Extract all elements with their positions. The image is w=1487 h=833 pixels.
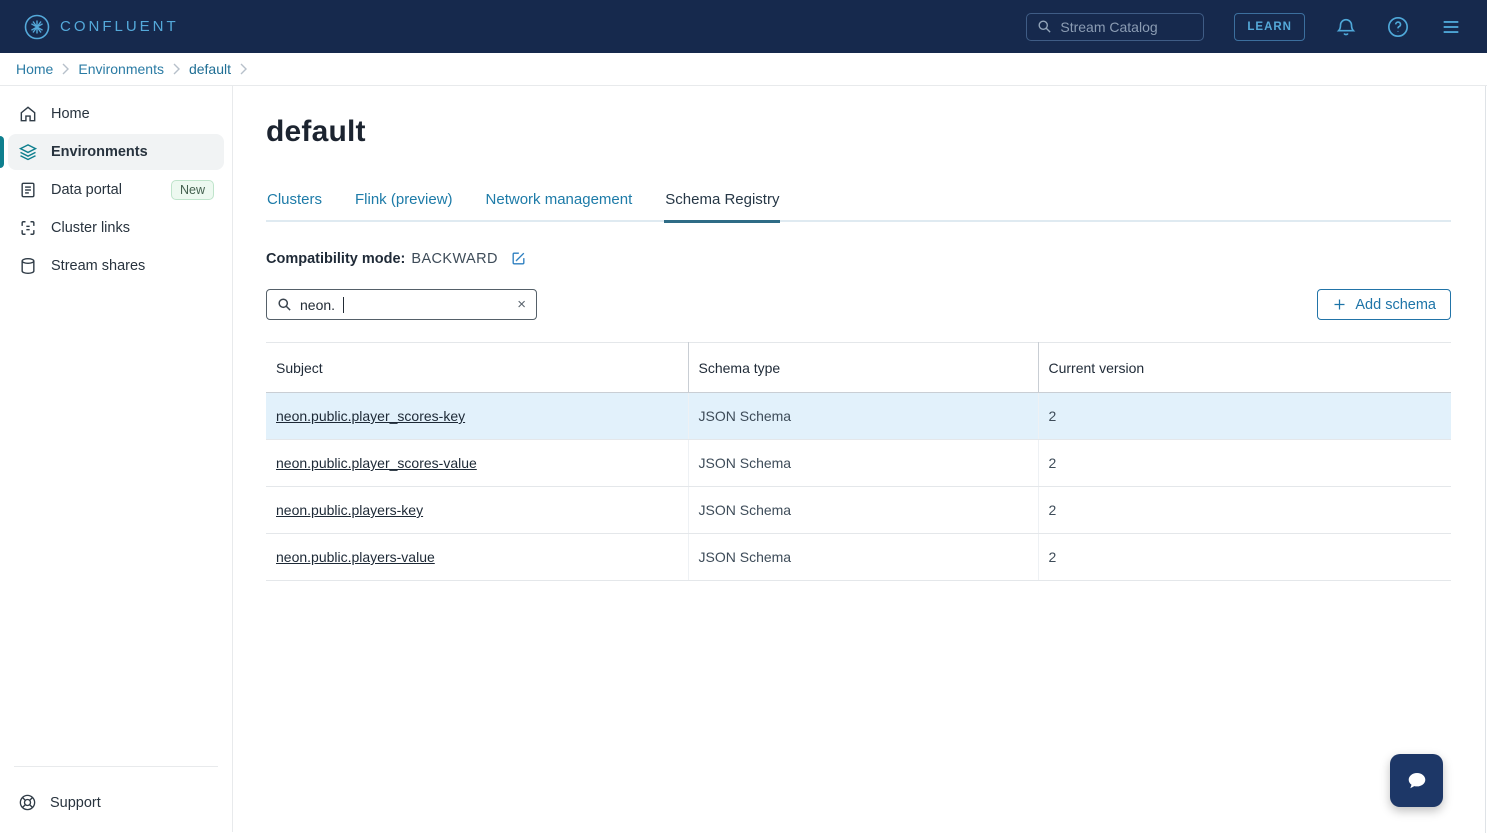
subject-link[interactable]: neon.public.players-key <box>276 502 423 518</box>
search-icon <box>277 297 292 312</box>
schemas-table: Subject Schema type Current version neon… <box>266 342 1451 581</box>
hamburger-icon <box>1439 16 1463 38</box>
breadcrumb: Home Environments default <box>0 53 1487 86</box>
learn-button[interactable]: LEARN <box>1234 13 1305 41</box>
text-caret <box>343 297 344 313</box>
cluster-links-icon <box>18 218 38 238</box>
subject-link[interactable]: neon.public.player_scores-key <box>276 408 465 424</box>
compatibility-mode-value: BACKWARD <box>411 251 497 267</box>
sidebar-item-home[interactable]: Home <box>8 96 224 132</box>
column-header-subject[interactable]: Subject <box>266 343 688 393</box>
current-version-cell: 2 <box>1038 393 1451 440</box>
help-icon <box>1387 16 1409 38</box>
column-header-schema-type[interactable]: Schema type <box>688 343 1038 393</box>
sidebar-item-label: Home <box>51 106 90 122</box>
table-header-row: Subject Schema type Current version <box>266 343 1451 393</box>
table-row[interactable]: neon.public.players-value JSON Schema 2 <box>266 534 1451 581</box>
column-header-current-version[interactable]: Current version <box>1038 343 1451 393</box>
home-icon <box>18 104 38 124</box>
edit-icon <box>510 250 527 267</box>
top-navbar: CONFLUENT LEARN <box>0 0 1487 53</box>
compatibility-mode-label: Compatibility mode: <box>266 251 405 267</box>
tab-network-management[interactable]: Network management <box>485 191 634 223</box>
subject-link[interactable]: neon.public.player_scores-value <box>276 455 477 471</box>
confluent-logo-icon <box>24 14 50 40</box>
current-version-cell: 2 <box>1038 534 1451 581</box>
sidebar-divider <box>14 766 218 767</box>
tab-bar: Clusters Flink (preview) Network managem… <box>266 190 1451 222</box>
table-controls: neon. × Add schema <box>266 289 1451 320</box>
chat-bubble-icon <box>1403 767 1431 795</box>
schema-type-cell: JSON Schema <box>688 393 1038 440</box>
plus-icon <box>1332 297 1347 312</box>
add-schema-button[interactable]: Add schema <box>1317 289 1451 320</box>
sidebar-item-label: Support <box>50 795 101 811</box>
main-content: default Clusters Flink (preview) Network… <box>233 86 1487 832</box>
schema-type-cell: JSON Schema <box>688 440 1038 487</box>
tab-flink-preview[interactable]: Flink (preview) <box>354 191 454 223</box>
sidebar-item-label: Environments <box>51 144 148 160</box>
brand-name: CONFLUENT <box>60 18 179 35</box>
sidebar-item-label: Cluster links <box>51 220 130 236</box>
search-icon <box>1037 19 1052 34</box>
sidebar-item-support[interactable]: Support <box>8 785 224 820</box>
bell-icon <box>1335 16 1357 38</box>
table-row[interactable]: neon.public.players-key JSON Schema 2 <box>266 487 1451 534</box>
tab-schema-registry[interactable]: Schema Registry <box>664 191 780 223</box>
sidebar-item-cluster-links[interactable]: Cluster links <box>8 210 224 246</box>
document-icon <box>18 180 38 200</box>
table-row[interactable]: neon.public.player_scores-value JSON Sch… <box>266 440 1451 487</box>
current-version-cell: 2 <box>1038 487 1451 534</box>
subject-link[interactable]: neon.public.players-value <box>276 549 435 565</box>
edit-compatibility-button[interactable] <box>510 250 527 267</box>
search-query-text: neon. <box>300 297 335 313</box>
compatibility-mode-row: Compatibility mode: BACKWARD <box>266 250 1451 267</box>
breadcrumb-environments[interactable]: Environments <box>78 61 164 77</box>
sidebar-item-stream-shares[interactable]: Stream shares <box>8 248 224 284</box>
page-title: default <box>266 115 1451 149</box>
chevron-right-icon <box>240 63 247 75</box>
menu-button[interactable] <box>1439 16 1463 38</box>
notifications-button[interactable] <box>1335 16 1357 38</box>
sidebar-item-label: Data portal <box>51 182 122 198</box>
sidebar-item-data-portal[interactable]: Data portal New <box>8 172 224 208</box>
schema-type-cell: JSON Schema <box>688 487 1038 534</box>
subject-search-input[interactable]: neon. × <box>266 289 537 320</box>
chevron-right-icon <box>173 63 180 75</box>
new-badge: New <box>171 180 214 200</box>
sidebar: Home Environments Data port <box>0 86 233 832</box>
add-schema-label: Add schema <box>1355 297 1436 313</box>
scrollbar-track <box>1485 86 1486 833</box>
sidebar-item-label: Stream shares <box>51 258 145 274</box>
breadcrumb-default[interactable]: default <box>189 61 231 77</box>
layers-icon <box>18 142 38 162</box>
stream-catalog-input[interactable] <box>1060 19 1193 35</box>
topbar-actions: LEARN <box>1026 13 1463 41</box>
help-button[interactable] <box>1387 16 1409 38</box>
current-version-cell: 2 <box>1038 440 1451 487</box>
chat-widget-button[interactable] <box>1390 754 1443 807</box>
database-icon <box>18 256 38 276</box>
table-row[interactable]: neon.public.player_scores-key JSON Schem… <box>266 393 1451 440</box>
clear-search-button[interactable]: × <box>517 297 526 312</box>
tab-clusters[interactable]: Clusters <box>266 191 323 223</box>
stream-catalog-search[interactable] <box>1026 13 1204 41</box>
schema-type-cell: JSON Schema <box>688 534 1038 581</box>
breadcrumb-home[interactable]: Home <box>16 61 53 77</box>
sidebar-footer: Support <box>0 766 232 822</box>
brand: CONFLUENT <box>24 14 179 40</box>
lifebuoy-icon <box>18 793 37 812</box>
sidebar-item-environments[interactable]: Environments <box>8 134 224 170</box>
chevron-right-icon <box>62 63 69 75</box>
